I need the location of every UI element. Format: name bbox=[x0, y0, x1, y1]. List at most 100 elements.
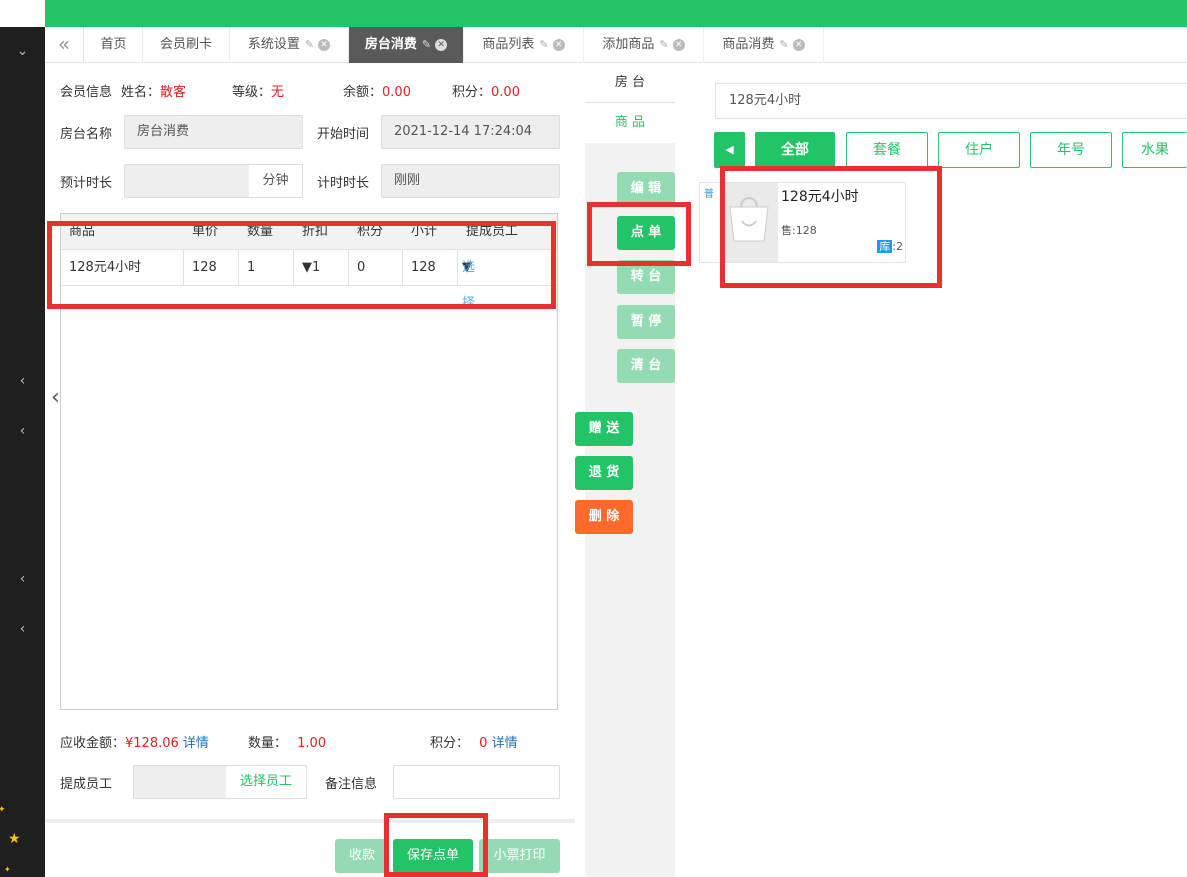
chevron-left-icon[interactable]: ‹ bbox=[0, 423, 45, 439]
member-info-label: 会员信息 bbox=[60, 85, 113, 100]
cell-discount[interactable]: ▼1 bbox=[302, 250, 320, 286]
tab-product-list[interactable]: 商品列表 ✎ ✕ bbox=[464, 27, 584, 63]
grid-header: 商品 单价 数量 折扣 积分 小计 提成员工 bbox=[61, 214, 557, 250]
delete-button[interactable]: 删 除 bbox=[575, 500, 633, 534]
table-row[interactable]: 128元4小时 128 1 ▼1 0 128 ▼ 选择 bbox=[61, 250, 557, 311]
caret-left-icon[interactable]: ◀ bbox=[714, 132, 745, 168]
member-name: 姓名：散客 bbox=[121, 81, 186, 100]
member-points: 积分：0.00 bbox=[452, 81, 520, 100]
edit-button[interactable]: 编 辑 bbox=[617, 172, 675, 206]
tab-home[interactable]: 首页 bbox=[85, 27, 143, 63]
category-all[interactable]: 全部 bbox=[755, 132, 835, 168]
tab-bar: « 首页 会员刷卡 系统设置 ✎ ✕ 房台消费 ✎ ✕ 商品列表 ✎ ✕ 添加商品 ✎ ✕ 商品… bbox=[45, 27, 1187, 63]
member-points-label: 积分： bbox=[452, 85, 492, 100]
col-product: 商品 bbox=[69, 224, 96, 239]
product-name: 128元4小时 bbox=[781, 189, 859, 205]
close-icon[interactable]: ✕ bbox=[552, 38, 565, 51]
total-qty: 数量： 1.00 bbox=[248, 732, 326, 751]
select-staff-link[interactable]: 选择 bbox=[462, 250, 475, 322]
cell-points: 0 bbox=[357, 260, 366, 275]
gift-button[interactable]: 赠 送 bbox=[575, 412, 633, 446]
member-level-value: 无 bbox=[271, 85, 285, 100]
chevron-left-icon[interactable]: ‹ bbox=[0, 621, 45, 637]
close-icon[interactable]: ✕ bbox=[318, 38, 331, 51]
member-name-label: 姓名： bbox=[121, 85, 161, 100]
col-staff: 提成员工 bbox=[466, 224, 519, 239]
member-balance: 余额：0.00 bbox=[343, 81, 411, 100]
amount-due-label: 应收金额： bbox=[60, 736, 126, 751]
start-time-label: 开始时间 bbox=[317, 127, 370, 142]
tab-label: 商品列表 bbox=[482, 37, 535, 52]
cell-subtotal: 128 bbox=[411, 260, 436, 275]
tab-product-consumption[interactable]: 商品消费 ✎ ✕ bbox=[704, 27, 824, 63]
product-search-input[interactable]: 128元4小时 bbox=[715, 83, 1187, 119]
member-points-value: 0.00 bbox=[491, 85, 520, 100]
save-order-button[interactable]: 保存点单 bbox=[393, 839, 473, 873]
tab-label: 房台消费 bbox=[364, 37, 417, 52]
product-price: 售:128 bbox=[781, 224, 817, 237]
pin-icon[interactable]: ✎ bbox=[422, 38, 431, 51]
sidebar: ⌄ ‹ ‹ ‹ ‹ ✦ ★ ✦ bbox=[0, 27, 45, 877]
col-subtotal: 小计 bbox=[411, 224, 438, 239]
tab-member-card[interactable]: 会员刷卡 bbox=[143, 27, 230, 63]
member-balance-value: 0.00 bbox=[382, 85, 411, 100]
chevron-left-icon[interactable]: ‹ bbox=[0, 571, 45, 587]
shopping-bag-icon bbox=[729, 197, 769, 242]
product-image bbox=[720, 183, 778, 262]
col-qty: 数量 bbox=[247, 224, 274, 239]
close-icon[interactable]: ✕ bbox=[792, 38, 805, 51]
cell-price[interactable]: 128 bbox=[192, 250, 217, 286]
category-fruit[interactable]: 水果 bbox=[1122, 132, 1187, 168]
note-input[interactable] bbox=[393, 765, 560, 799]
order-panel: 会员信息 姓名：散客 等级：无 余额：0.00 积分：0.00 房台名称 房台消… bbox=[45, 63, 575, 877]
product-card[interactable]: 普 128元4小时 售:128 库:2 bbox=[699, 182, 906, 263]
col-price: 单价 bbox=[192, 224, 219, 239]
member-balance-label: 余额： bbox=[343, 85, 383, 100]
expected-duration-field[interactable] bbox=[124, 164, 250, 198]
start-time-field[interactable]: 2021-12-14 17:24:04 bbox=[381, 115, 560, 149]
amount-due-value: ¥128.06 bbox=[125, 736, 179, 751]
points-detail-link[interactable]: 详情 bbox=[492, 736, 518, 751]
clear-button[interactable]: 清 台 bbox=[617, 349, 675, 383]
room-name-field[interactable]: 房台消费 bbox=[124, 115, 303, 149]
pin-icon[interactable]: ✎ bbox=[539, 38, 548, 51]
print-receipt-button[interactable]: 小票打印 bbox=[479, 839, 560, 873]
tab-label: 系统设置 bbox=[247, 37, 300, 52]
return-button[interactable]: 退 货 bbox=[575, 456, 633, 490]
category-resident[interactable]: 住户 bbox=[938, 132, 1020, 168]
order-button[interactable]: 点 单 bbox=[617, 216, 675, 250]
pin-icon[interactable]: ✎ bbox=[779, 38, 788, 51]
minutes-unit: 分钟 bbox=[249, 164, 303, 198]
tab-label: 商品消费 bbox=[722, 37, 775, 52]
cell-product: 128元4小时 bbox=[69, 260, 142, 275]
order-grid: 商品 单价 数量 折扣 积分 小计 提成员工 128元4小时 128 1 ▼1 … bbox=[60, 213, 558, 710]
top-bar bbox=[45, 0, 1187, 27]
pin-icon[interactable]: ✎ bbox=[659, 38, 668, 51]
tab-goods[interactable]: 商 品 bbox=[585, 103, 675, 143]
collect-button[interactable]: 收款 bbox=[335, 839, 389, 873]
category-year[interactable]: 年号 bbox=[1030, 132, 1112, 168]
transfer-button[interactable]: 转 台 bbox=[617, 260, 675, 294]
select-staff-button[interactable]: 选择员工 bbox=[226, 765, 307, 799]
amount-detail-link[interactable]: 详情 bbox=[183, 736, 209, 751]
product-stock: 库:2 bbox=[877, 238, 903, 254]
category-package[interactable]: 套餐 bbox=[846, 132, 928, 168]
tab-system-settings[interactable]: 系统设置 ✎ ✕ bbox=[230, 27, 349, 63]
col-discount: 折扣 bbox=[302, 224, 329, 239]
close-icon[interactable]: ✕ bbox=[672, 38, 685, 51]
pin-icon[interactable]: ✎ bbox=[305, 38, 314, 51]
double-chevron-left-icon[interactable]: « bbox=[45, 27, 84, 63]
cell-qty[interactable]: 1 bbox=[247, 250, 255, 286]
member-level-label: 等级： bbox=[232, 85, 272, 100]
tab-room[interactable]: 房 台 bbox=[585, 63, 675, 103]
tab-room-consumption[interactable]: 房台消费 ✎ ✕ bbox=[349, 27, 464, 63]
tab-add-product[interactable]: 添加商品 ✎ ✕ bbox=[584, 27, 704, 63]
collapse-left-icon[interactable]: ‹ bbox=[51, 385, 60, 410]
total-points-label: 积分： bbox=[430, 736, 470, 751]
chevron-down-icon[interactable]: ⌄ bbox=[0, 43, 45, 59]
staff-field[interactable] bbox=[133, 765, 227, 799]
stock-value: :2 bbox=[892, 240, 903, 253]
chevron-left-icon[interactable]: ‹ bbox=[0, 373, 45, 389]
close-icon[interactable]: ✕ bbox=[435, 38, 448, 51]
pause-button[interactable]: 暂 停 bbox=[617, 305, 675, 339]
